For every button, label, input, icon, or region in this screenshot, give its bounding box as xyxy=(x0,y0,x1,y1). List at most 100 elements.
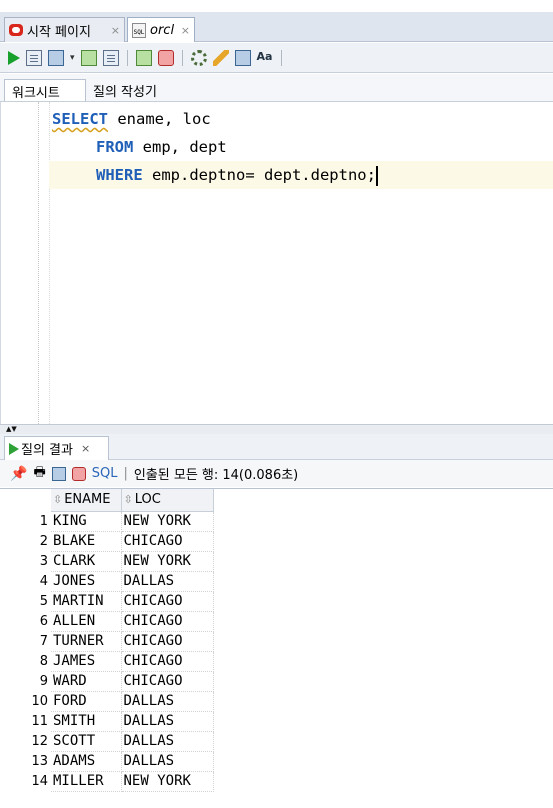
cell-ename[interactable]: FORD xyxy=(51,691,122,712)
tab-orcl[interactable]: SQL orcl × xyxy=(127,17,195,42)
print-icon[interactable]: 🖶 xyxy=(33,463,45,485)
cell-ename[interactable]: JONES xyxy=(51,571,122,592)
column-header-loc[interactable]: ⇳ LOC xyxy=(121,489,214,512)
sql-editor[interactable]: SELECT ename, loc FROM emp, dept WHERE e… xyxy=(0,102,553,424)
table-row[interactable]: 3 CLARK NEW YORK xyxy=(0,551,214,572)
row-number[interactable]: 8 xyxy=(0,651,51,671)
row-number[interactable]: 12 xyxy=(0,731,51,751)
cell-loc[interactable]: NEW YORK xyxy=(121,771,214,792)
run-script-icon[interactable] xyxy=(26,49,42,66)
row-number[interactable]: 14 xyxy=(0,771,51,791)
tab-query-result-label: 질의 결과 xyxy=(21,443,73,458)
row-number[interactable]: 5 xyxy=(0,591,51,611)
code-line-3[interactable]: WHERE emp.deptno= dept.deptno; xyxy=(49,161,553,189)
cell-loc[interactable]: NEW YORK xyxy=(121,511,214,532)
cell-loc[interactable]: DALLAS xyxy=(121,571,214,592)
cancel-query-icon[interactable] xyxy=(71,466,86,481)
table-row[interactable]: 6 ALLEN CHICAGO xyxy=(0,611,214,632)
sql-text: emp.deptno= dept.deptno; xyxy=(142,166,376,184)
panel-splitter[interactable]: ▲▼ xyxy=(0,424,553,434)
row-number[interactable]: 13 xyxy=(0,751,51,771)
table-row[interactable]: 8 JAMES CHICAGO xyxy=(0,651,214,672)
table-row[interactable]: 1 KING NEW YORK xyxy=(0,511,214,532)
cell-loc[interactable]: CHICAGO xyxy=(121,591,214,612)
toolbar-divider xyxy=(280,49,282,66)
table-row[interactable]: 11 SMITH DALLAS xyxy=(0,711,214,732)
table-row[interactable]: 7 TURNER CHICAGO xyxy=(0,631,214,652)
table-row[interactable]: 2 BLAKE CHICAGO xyxy=(0,531,214,552)
row-number[interactable]: 10 xyxy=(0,691,51,711)
close-icon[interactable]: × xyxy=(111,24,120,37)
cell-ename[interactable]: KING xyxy=(51,511,122,532)
sort-icon[interactable]: ⇳ xyxy=(124,493,133,506)
cell-ename[interactable]: SMITH xyxy=(51,711,122,732)
table-row[interactable]: 10 FORD DALLAS xyxy=(0,691,214,712)
tab-worksheet[interactable]: 워크시트 xyxy=(4,79,86,101)
sql-tuning-icon[interactable] xyxy=(102,49,119,66)
cell-loc[interactable]: CHICAGO xyxy=(121,611,214,632)
cell-loc[interactable]: CHICAGO xyxy=(121,531,214,552)
cell-ename[interactable]: WARD xyxy=(51,671,122,692)
text-caret xyxy=(375,165,378,186)
tab-start-page[interactable]: 시작 페이지 × xyxy=(4,17,125,42)
sql-text: emp, dept xyxy=(133,138,227,156)
cell-loc[interactable]: NEW YORK xyxy=(121,551,214,572)
close-icon[interactable]: × xyxy=(181,24,190,37)
table-row[interactable]: 13 ADAMS DALLAS xyxy=(0,751,214,772)
history-icon[interactable] xyxy=(234,49,251,66)
close-icon[interactable]: × xyxy=(81,442,90,455)
row-number[interactable]: 2 xyxy=(0,531,51,551)
commit-icon[interactable] xyxy=(135,49,152,66)
cell-ename[interactable]: MARTIN xyxy=(51,591,122,612)
row-number[interactable]: 6 xyxy=(0,611,51,631)
sql-worksheet-icon: SQL xyxy=(132,22,146,38)
table-row[interactable]: 9 WARD CHICAGO xyxy=(0,671,214,692)
unshared-sql-icon[interactable] xyxy=(190,49,207,66)
rollback-icon[interactable] xyxy=(157,49,174,66)
explain-plan-icon[interactable] xyxy=(80,49,97,66)
toolbar-separator: | xyxy=(123,466,128,481)
row-number[interactable]: 7 xyxy=(0,631,51,651)
pin-icon[interactable]: 📌 xyxy=(10,466,27,482)
row-number[interactable]: 3 xyxy=(0,551,51,571)
refresh-icon[interactable] xyxy=(51,466,66,481)
table-row[interactable]: 4 JONES DALLAS xyxy=(0,571,214,592)
cell-loc[interactable]: DALLAS xyxy=(121,751,214,772)
format-icon[interactable]: Aa xyxy=(257,50,273,66)
table-row[interactable]: 14 MILLER NEW YORK xyxy=(0,771,214,792)
clear-icon[interactable] xyxy=(212,49,229,66)
cell-ename[interactable]: ADAMS xyxy=(51,751,122,772)
view-sql-button[interactable]: SQL xyxy=(92,466,118,481)
autotrace-icon[interactable] xyxy=(48,49,64,66)
chevron-down-icon[interactable]: ▾ xyxy=(70,53,75,63)
cell-loc[interactable]: DALLAS xyxy=(121,731,214,752)
table-row[interactable]: 12 SCOTT DALLAS xyxy=(0,731,214,752)
results-toolbar: 📌 🖶 SQL | 인출된 모든 행: 14(0.086초) xyxy=(0,460,553,487)
cell-loc[interactable]: CHICAGO xyxy=(121,651,214,672)
cell-loc[interactable]: DALLAS xyxy=(121,711,214,732)
code-line-2[interactable]: FROM emp, dept xyxy=(96,133,227,161)
row-number[interactable]: 11 xyxy=(0,711,51,731)
row-number[interactable]: 1 xyxy=(0,511,51,531)
window-top-strip xyxy=(0,0,553,12)
cell-ename[interactable]: MILLER xyxy=(51,771,122,792)
cell-ename[interactable]: SCOTT xyxy=(51,731,122,752)
row-number[interactable]: 4 xyxy=(0,571,51,591)
toolbar-divider xyxy=(181,49,183,66)
tab-query-builder[interactable]: 질의 작성기 xyxy=(86,79,164,101)
code-line-1[interactable]: SELECT ename, loc xyxy=(52,105,211,133)
tab-query-result[interactable]: 질의 결과 × xyxy=(4,436,109,460)
cell-loc[interactable]: CHICAGO xyxy=(121,671,214,692)
table-row[interactable]: 5 MARTIN CHICAGO xyxy=(0,591,214,612)
cell-ename[interactable]: TURNER xyxy=(51,631,122,652)
cell-loc[interactable]: DALLAS xyxy=(121,691,214,712)
cell-ename[interactable]: CLARK xyxy=(51,551,122,572)
cell-loc[interactable]: CHICAGO xyxy=(121,631,214,652)
cell-ename[interactable]: ALLEN xyxy=(51,611,122,632)
column-header-ename[interactable]: ⇳ ENAME xyxy=(51,489,122,512)
run-statement-icon[interactable] xyxy=(8,50,20,65)
sort-icon[interactable]: ⇳ xyxy=(53,493,62,506)
cell-ename[interactable]: BLAKE xyxy=(51,531,122,552)
cell-ename[interactable]: JAMES xyxy=(51,651,122,672)
row-number[interactable]: 9 xyxy=(0,671,51,691)
